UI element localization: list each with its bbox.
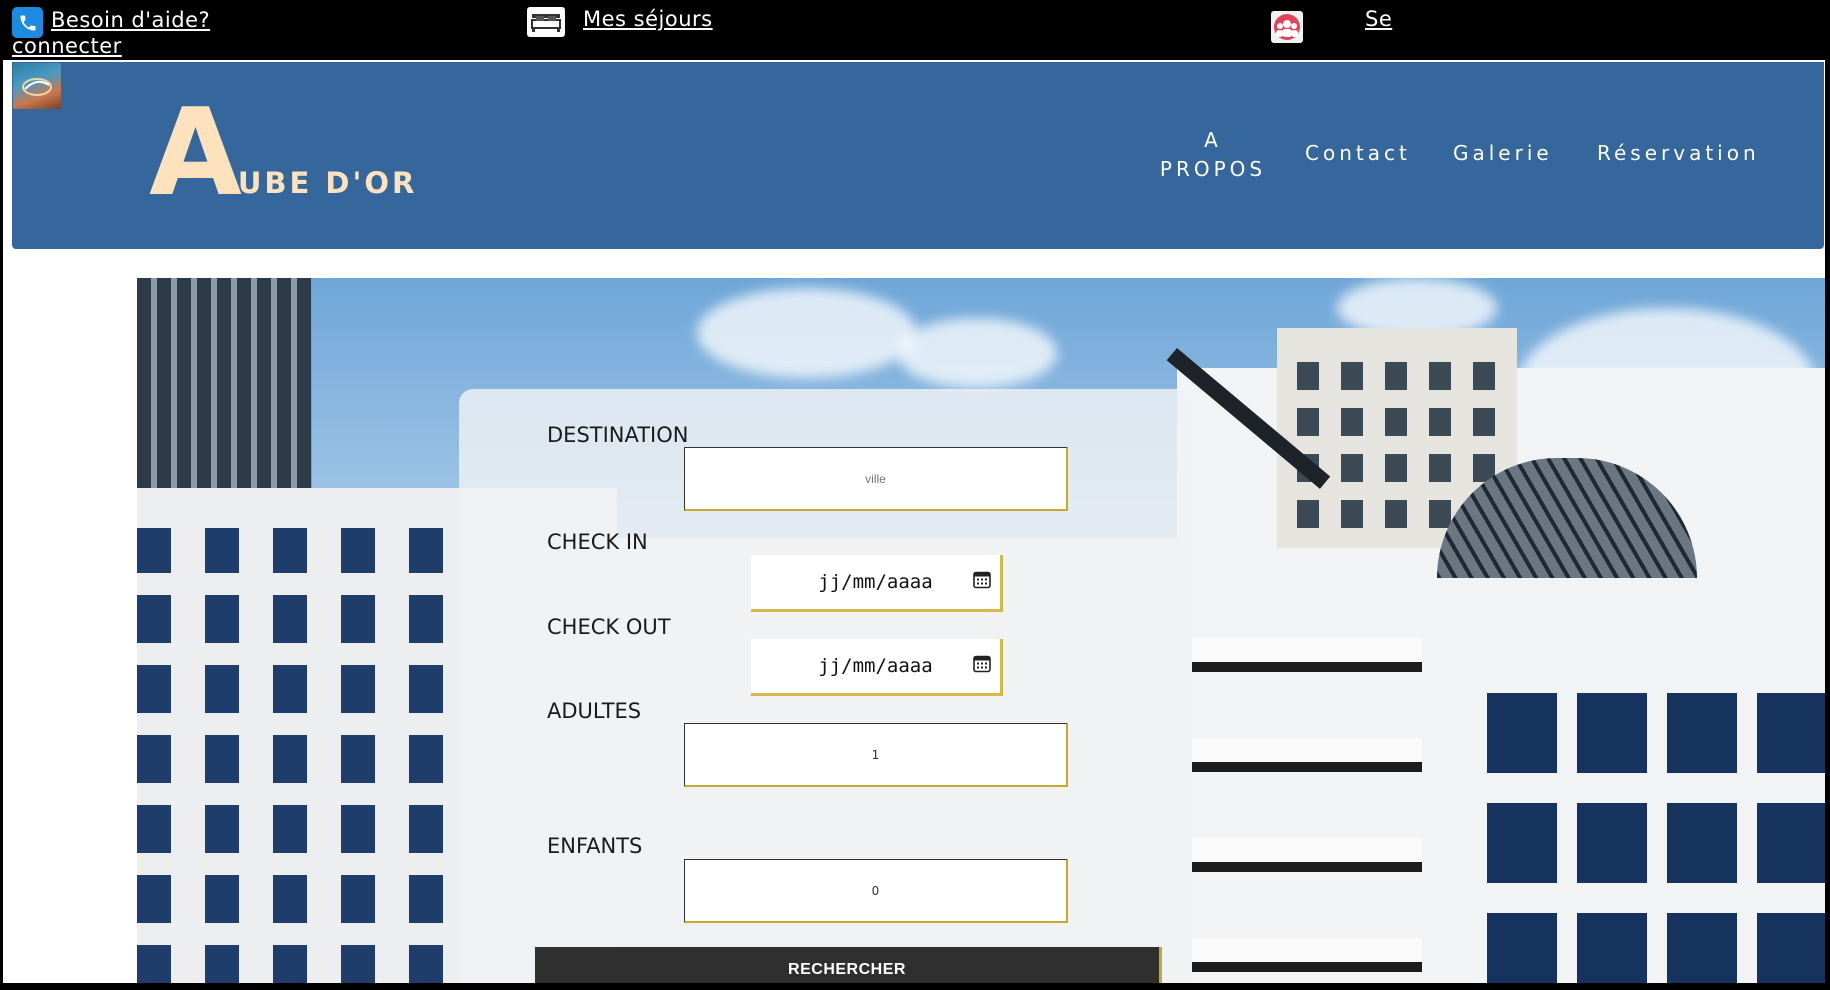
checkin-date-placeholder: jj/mm/aaaa	[818, 571, 933, 593]
nav-apropos-line1: A	[1204, 128, 1222, 152]
site-header: A UBE D'OR A PROPOS Contact Galerie Rése…	[12, 62, 1824, 249]
hero-background-image: DESTINATION CHECK IN jj/mm/aaaa CHECK OU…	[137, 278, 1825, 987]
bottom-border	[3, 983, 1825, 987]
checkin-label: CHECK IN	[547, 530, 648, 554]
browser-viewport: Besoin d'aide? Mes séjours Se connecter …	[0, 0, 1830, 990]
nav-item-contact[interactable]: Contact	[1305, 139, 1411, 168]
bed-icon	[527, 7, 565, 37]
adults-label: ADULTES	[547, 699, 642, 723]
user-group-icon[interactable]	[1271, 11, 1303, 43]
children-label: ENFANTS	[547, 834, 643, 858]
balcony	[1192, 638, 1422, 662]
checkout-label: CHECK OUT	[547, 615, 671, 639]
nav-apropos-line2: PROPOS	[1159, 157, 1267, 181]
checkout-date-placeholder: jj/mm/aaaa	[818, 655, 933, 677]
nav-item-reservation[interactable]: Réservation	[1597, 139, 1760, 168]
calendar-icon[interactable]	[972, 654, 992, 679]
building-right-windows	[1487, 678, 1825, 987]
adults-input[interactable]: 1	[684, 723, 1068, 787]
login-link-continued[interactable]: connecter	[12, 34, 122, 58]
cloud	[697, 288, 917, 378]
nav-item-apropos[interactable]: A PROPOS	[1148, 126, 1278, 184]
checkin-date-input[interactable]: jj/mm/aaaa	[751, 555, 1003, 612]
nav-item-galerie[interactable]: Galerie	[1453, 139, 1553, 168]
balcony	[1192, 838, 1422, 862]
calendar-icon[interactable]	[972, 570, 992, 595]
search-form: DESTINATION CHECK IN jj/mm/aaaa CHECK OU…	[459, 389, 1192, 987]
stays-link-group[interactable]: Mes séjours	[527, 7, 713, 37]
checkout-date-input[interactable]: jj/mm/aaaa	[751, 639, 1003, 696]
children-input[interactable]: 0	[684, 859, 1068, 923]
stays-link[interactable]: Mes séjours	[583, 7, 713, 31]
destination-input[interactable]	[684, 447, 1068, 511]
cloud	[897, 318, 1057, 388]
balcony	[1192, 738, 1422, 762]
site-logo-thumbnail[interactable]	[13, 63, 61, 109]
main-nav: A PROPOS Contact Galerie Réservation	[12, 62, 1824, 249]
top-bar: Besoin d'aide? Mes séjours Se connecter	[3, 3, 1825, 60]
building-left-windows	[137, 528, 477, 987]
balcony	[1192, 938, 1422, 962]
help-link[interactable]: Besoin d'aide?	[51, 8, 210, 32]
destination-label: DESTINATION	[547, 423, 689, 447]
login-link[interactable]: Se	[1365, 7, 1392, 31]
